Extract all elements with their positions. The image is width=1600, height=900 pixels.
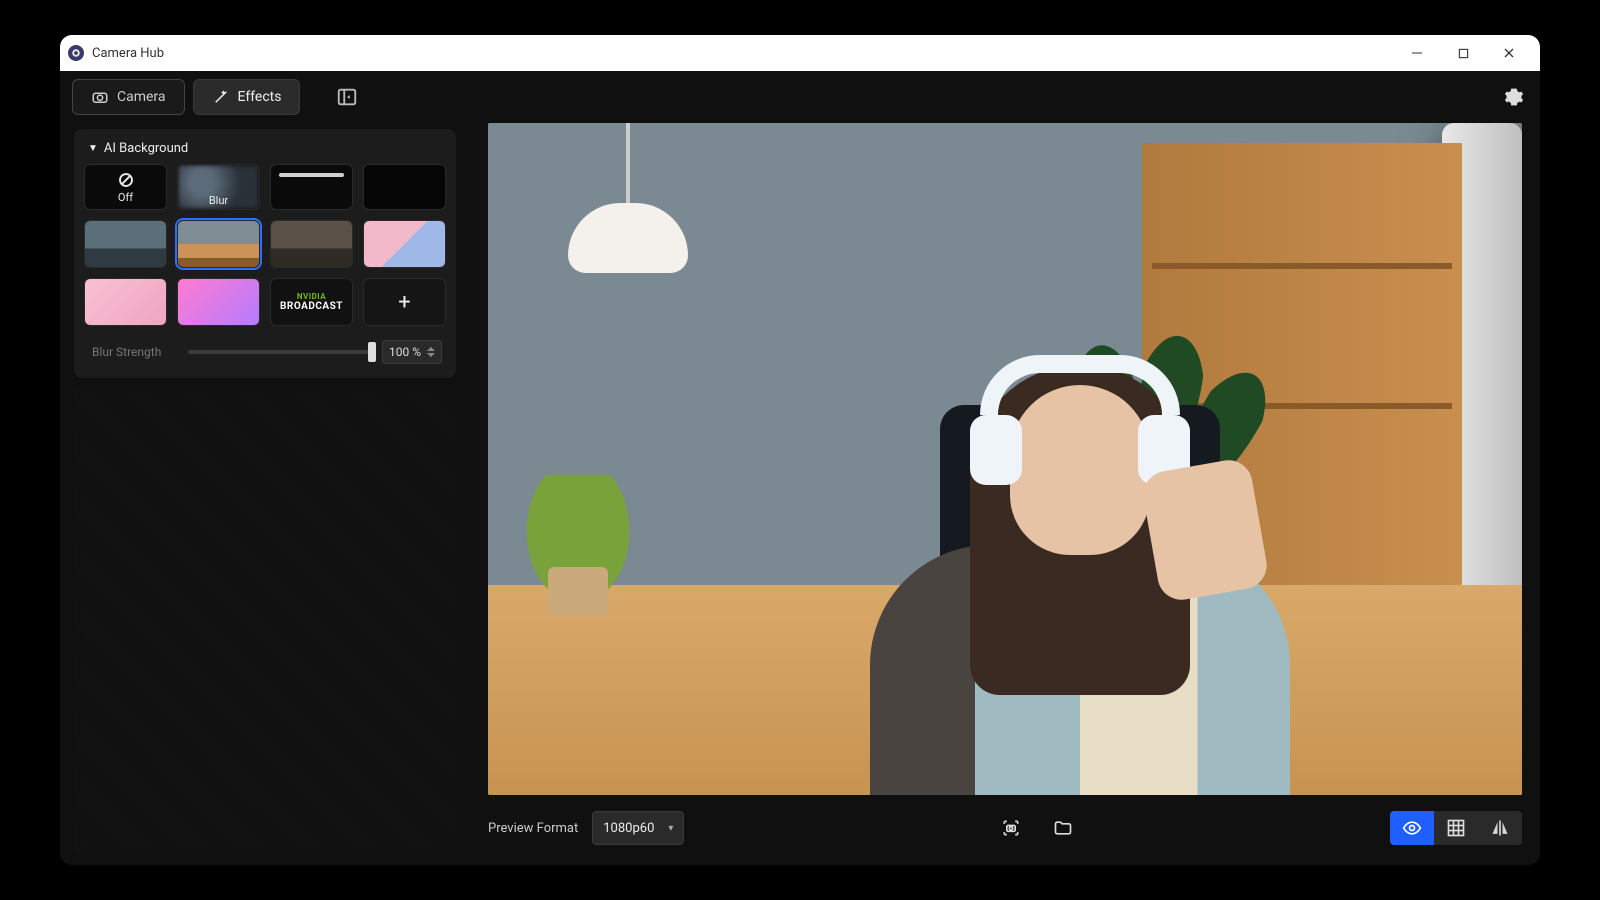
view-mode-mirror[interactable] <box>1478 811 1522 845</box>
bg-option-illustration-2[interactable] <box>84 278 167 326</box>
close-button[interactable] <box>1486 35 1532 71</box>
camera-icon <box>91 88 109 106</box>
camera-preview <box>488 123 1522 795</box>
window-title: Camera Hub <box>92 46 164 61</box>
settings-button[interactable] <box>1500 83 1528 111</box>
content: ▼ AI Background Off Blur <box>60 123 1540 865</box>
folder-icon <box>1053 818 1073 838</box>
panel-header[interactable]: ▼ AI Background <box>84 139 446 164</box>
grid-icon <box>1446 818 1466 838</box>
slider-thumb[interactable] <box>368 342 376 362</box>
minimize-button[interactable] <box>1394 35 1440 71</box>
view-mode-preview[interactable] <box>1390 811 1434 845</box>
gear-icon <box>1504 87 1524 107</box>
nvidia-brand-label: NVIDIA <box>280 292 343 301</box>
app-icon <box>68 45 84 61</box>
sidebar-pattern <box>74 388 456 853</box>
tab-effects[interactable]: Effects <box>193 79 301 115</box>
preview-wrap <box>488 123 1522 795</box>
bg-option-off[interactable]: Off <box>84 164 167 210</box>
open-folder-button[interactable] <box>1046 811 1080 845</box>
blur-strength-slider[interactable] <box>188 350 372 354</box>
topbar: Camera Effects <box>60 71 1540 123</box>
blur-strength-value-box[interactable]: 100 % <box>382 340 442 364</box>
magic-wand-icon <box>212 88 230 106</box>
photo-thumb-1 <box>85 221 166 267</box>
blur-strength-label: Blur Strength <box>92 345 178 359</box>
app-window: Camera Hub Camera Effects <box>60 35 1540 865</box>
stepper[interactable] <box>427 347 435 357</box>
blur-strength-value: 100 % <box>389 345 421 359</box>
bg-option-photo-office[interactable] <box>84 220 167 268</box>
tab-camera-label: Camera <box>117 89 166 105</box>
camera-snapshot-icon <box>1001 818 1021 838</box>
step-up-icon[interactable] <box>427 347 435 351</box>
tab-camera[interactable]: Camera <box>72 79 185 115</box>
off-icon <box>117 171 135 189</box>
chevron-down-icon: ▾ <box>668 823 673 834</box>
blur-strength-row: Blur Strength 100 % <box>84 326 446 364</box>
eye-icon <box>1402 818 1422 838</box>
background-grid: Off Blur <box>84 164 446 326</box>
bg-option-photo-livingroom[interactable] <box>177 220 260 268</box>
illust-thumb-1 <box>364 221 445 267</box>
collapse-sidebar-button[interactable] <box>336 86 358 108</box>
bg-option-nvidia-broadcast[interactable]: NVIDIA BROADCAST <box>270 278 353 326</box>
plus-icon: + <box>398 290 410 315</box>
bg-option-add[interactable]: + <box>363 278 446 326</box>
mirror-icon <box>1490 818 1510 838</box>
preview-format-value: 1080p60 <box>603 821 654 836</box>
preview-format-select[interactable]: 1080p60 ▾ <box>592 811 684 845</box>
bottom-toolbar: Preview Format 1080p60 ▾ <box>488 795 1522 851</box>
titlebar: Camera Hub <box>60 35 1540 71</box>
maximize-button[interactable] <box>1440 35 1486 71</box>
step-down-icon[interactable] <box>427 353 435 357</box>
broadcast-label: BROADCAST <box>280 301 343 312</box>
panel-collapse-icon <box>336 86 358 108</box>
snapshot-button[interactable] <box>994 811 1028 845</box>
bg-option-black[interactable] <box>363 164 446 210</box>
bg-option-photo-loft[interactable] <box>270 220 353 268</box>
effects-sidebar: ▼ AI Background Off Blur <box>60 123 470 865</box>
bg-option-illustration-1[interactable] <box>363 220 446 268</box>
app-body: Camera Effects ▼ AI Background <box>60 71 1540 865</box>
bg-off-label: Off <box>118 191 133 204</box>
main-area: Preview Format 1080p60 ▾ <box>470 123 1540 865</box>
view-mode-group <box>1390 811 1522 845</box>
preview-format-label: Preview Format <box>488 821 578 836</box>
photo-thumb-2 <box>178 221 259 267</box>
bg-option-blur[interactable]: Blur <box>177 164 260 210</box>
tab-effects-label: Effects <box>238 89 282 105</box>
illust-thumb-2 <box>85 279 166 325</box>
bg-option-illustration-3[interactable] <box>177 278 260 326</box>
photo-thumb-3 <box>271 221 352 267</box>
ai-background-panel: ▼ AI Background Off Blur <box>74 129 456 378</box>
bg-blur-label: Blur <box>178 194 259 207</box>
illust-thumb-3 <box>178 279 259 325</box>
bg-option-frame[interactable] <box>270 164 353 210</box>
caret-down-icon: ▼ <box>88 143 98 154</box>
panel-title: AI Background <box>104 141 188 156</box>
view-mode-grid[interactable] <box>1434 811 1478 845</box>
